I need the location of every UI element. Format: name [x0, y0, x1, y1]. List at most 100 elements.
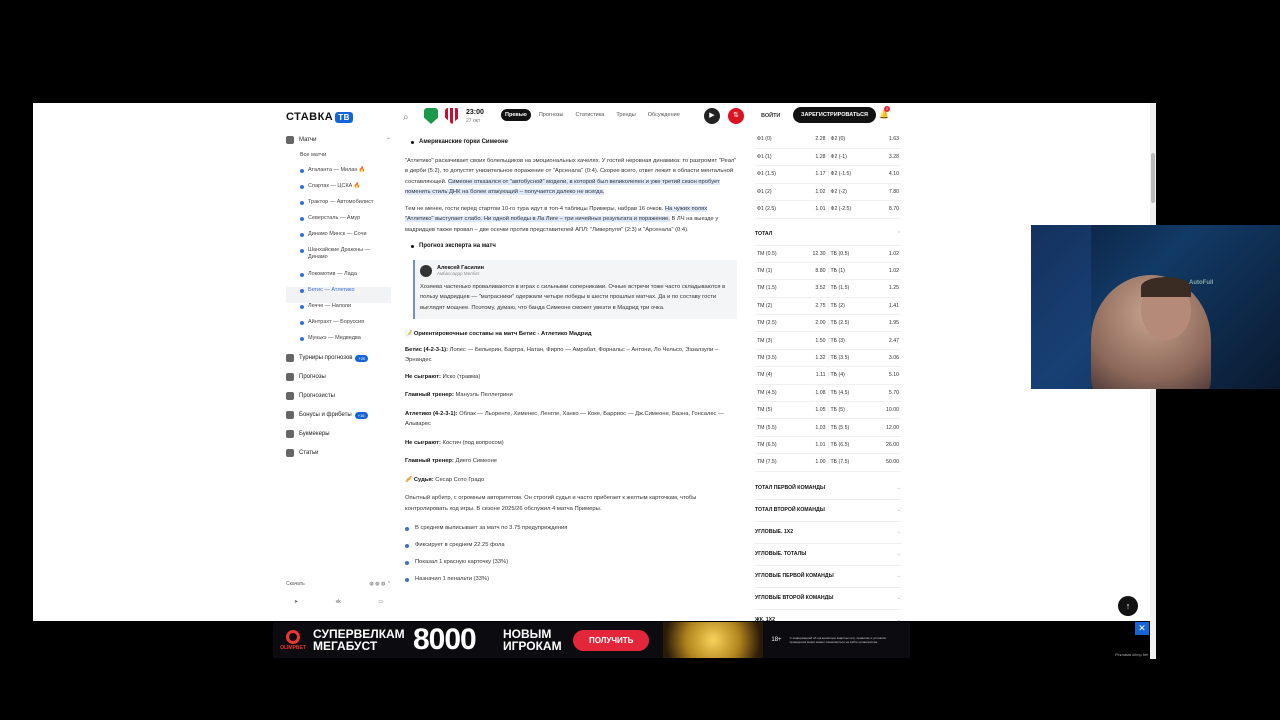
odds-row: ТМ (4) 1.11 ТБ (4) 5.10 [755, 367, 902, 385]
odds-cell[interactable]: ТМ (1.5) 3.52 [755, 285, 829, 292]
match-dot-icon [300, 321, 304, 325]
tab-predictions[interactable]: Прогнозы [535, 109, 568, 121]
sidebar-match-item[interactable]: Локомотив — Лада [286, 271, 391, 287]
odds-cell[interactable]: ТБ (2) 1.41 [829, 303, 902, 309]
odds-cell[interactable]: ТМ (3) 1.50 [755, 337, 829, 344]
text: ИГРОКАМ [503, 639, 562, 653]
text: Тем не менее, гости перед стартом 10-го … [405, 205, 665, 212]
odds-row: Ф1 (0) 2.28 Ф2 (0) 1.63 [755, 131, 901, 149]
odds-section[interactable]: УГЛОВЫЕ ПЕРВОЙ КОМАНДЫ ⌄ [755, 566, 901, 588]
promo-icon[interactable]: ⇅ [728, 108, 744, 124]
app-store-icons[interactable]: ◍ ◍ ◍ ⌃ [370, 581, 391, 587]
odds-cell[interactable]: Ф1 (1) 1.28 [755, 153, 829, 160]
odds-cell[interactable]: ТБ (3) 2.47 [829, 338, 902, 344]
tab-preview[interactable]: Превью [501, 109, 531, 121]
label: Атлетико (4-2-3-1): [405, 410, 458, 417]
sidebar-match-label: Мунькэ — Медведва [308, 335, 361, 341]
tab-discussion[interactable]: Обсуждение [644, 109, 684, 121]
odds-cell[interactable]: ТБ (5.5) 12.00 [829, 425, 902, 431]
odds-cell[interactable]: ТМ (5) 1.05 [755, 407, 829, 414]
odds-cell[interactable]: ТБ (1.5) 1.25 [829, 285, 902, 291]
sidebar-section-item[interactable]: Бонусы и фрибеты +16 [286, 410, 391, 420]
sidebar-all-matches[interactable]: Все матчи [286, 151, 391, 167]
odds-cell[interactable]: ТБ (4.5) 5.70 [829, 390, 902, 396]
sidebar-section-item[interactable]: Прогнозы [286, 372, 391, 382]
odds-section[interactable]: УГЛОВЫЕ. ТОТАЛЫ ⌄ [755, 544, 901, 566]
sidebar-match-item[interactable]: Спартак — ЦСКА 🔥 [286, 183, 391, 199]
odds-value: 5.10 [888, 372, 899, 379]
odds-cell[interactable]: ТМ (3.5) 1.32 [755, 355, 829, 362]
odds-row: ТМ (3) 1.50 ТБ (3) 2.47 [755, 332, 902, 350]
tab-statistics[interactable]: Статистика [571, 109, 608, 121]
odds-cell[interactable]: ТМ (0.5) 12.30 [755, 250, 829, 257]
site-logo[interactable]: СТАВКА ТВ [286, 111, 353, 123]
odds-cell[interactable]: Ф1 (2) 1.02 [755, 188, 829, 195]
odds-cell[interactable]: ТМ (1) 8.80 [755, 268, 829, 275]
odds-cell[interactable]: Ф2 (-1) 3.28 [829, 154, 902, 160]
odds-cell[interactable]: ТМ (4.5) 1.08 [755, 389, 829, 396]
odds-outcome: ТБ (4) [830, 372, 845, 379]
sidebar-matches-header[interactable]: Матчи ⌃ [286, 135, 391, 145]
odds-cell[interactable]: ТБ (7.5) 50.00 [829, 459, 902, 465]
odds-cell[interactable]: ТБ (3.5) 3.06 [829, 355, 902, 361]
odds-cell[interactable]: Ф2 (0) 1.63 [829, 136, 902, 142]
banner-cta-button[interactable]: ПОЛУЧИТЬ [573, 629, 650, 651]
odds-cell[interactable]: ТБ (2.5) 1.95 [829, 320, 902, 326]
odds-cell[interactable]: ТБ (0.5) 1.02 [829, 251, 902, 257]
sidebar-match-item[interactable]: Северсталь — Амур [286, 215, 391, 231]
play-icon[interactable]: ▶ [704, 108, 720, 124]
odds-outcome: Ф1 (1) [757, 153, 772, 160]
sidebar-match-item[interactable]: Аталанта — Милан 🔥 [286, 167, 391, 183]
odds-cell[interactable]: ТБ (5) 10.00 [829, 407, 902, 413]
odds-row: Ф1 (2.5) 1.01 Ф2 (-2.5) 8.70 [755, 201, 901, 219]
odds-section[interactable]: УГЛОВЫЕ ВТОРОЙ КОМАНДЫ ⌄ [755, 588, 901, 610]
avatar[interactable] [420, 264, 432, 277]
sidebar-section-item[interactable]: Турниры прогнозов +20 [286, 353, 391, 363]
sidebar-section-item[interactable]: Статьи [286, 448, 391, 458]
bell-icon[interactable]: 🔔 1 [879, 106, 890, 119]
odds-cell[interactable]: ТБ (4) 5.10 [829, 372, 902, 378]
odds-cell[interactable]: ТБ (6.5) 26.00 [829, 442, 902, 448]
sidebar-match-item[interactable]: Лечче — Наполи [286, 303, 391, 319]
sidebar-match-item[interactable]: Динамо Минск — Сочи [286, 231, 391, 247]
sidebar-match-item[interactable]: Трактор — Автомобилист [286, 199, 391, 215]
sidebar-match-item[interactable]: Айнтрахт — Боруссия [286, 319, 391, 335]
odds-cell[interactable]: ТМ (4) 1.11 [755, 372, 829, 379]
odds-cell[interactable]: Ф1 (2.5) 1.01 [755, 206, 829, 213]
telegram-icon[interactable]: ➤ [294, 599, 298, 605]
odds-cell[interactable]: ТБ (1) 1.02 [829, 268, 902, 274]
search-icon[interactable]: ⌕ [403, 112, 409, 123]
youtube-icon[interactable]: ▭ [378, 599, 383, 605]
sidebar-section-label: Прогнозы [299, 374, 326, 380]
odds-cell[interactable]: ТМ (2) 2.75 [755, 302, 829, 309]
odds-cell[interactable]: ТМ (6.5) 1.01 [755, 441, 829, 448]
odds-section-total[interactable]: ТОТАЛ ⌃ [755, 224, 901, 246]
odds-cell[interactable]: Ф2 (-2) 7.80 [829, 189, 902, 195]
odds-section[interactable]: ЖК. 1Х2 ⌄ [755, 610, 901, 621]
odds-section[interactable]: ТОТАЛ ВТОРОЙ КОМАНДЫ ⌄ [755, 500, 901, 522]
sidebar-match-item[interactable]: Шанхайские Драконы — Динамо [286, 247, 391, 271]
odds-cell[interactable]: Ф2 (-2.5) 8.70 [829, 206, 902, 212]
login-button[interactable]: ВОЙТИ [761, 113, 780, 119]
odds-cell[interactable]: Ф1 (1.5) 1.17 [755, 171, 829, 178]
sidebar-match-item[interactable]: Бетис — Атлетико [286, 287, 391, 303]
odds-outcome: ТБ (1.5) [830, 285, 850, 292]
odds-cell[interactable]: Ф2 (-1.5) 4.10 [829, 171, 902, 177]
scroll-top-button[interactable]: ↑ [1118, 596, 1138, 616]
odds-cell[interactable]: ТМ (5.5) 1.03 [755, 424, 829, 431]
odds-cell[interactable]: ТМ (7.5) 1.00 [755, 459, 829, 466]
register-button[interactable]: ЗАРЕГИСТРИРОВАТЬСЯ [793, 107, 877, 123]
close-icon[interactable]: ✕ [1135, 622, 1149, 635]
expert-name[interactable]: Алексей Гасилин [437, 265, 484, 271]
odds-section[interactable]: УГЛОВЫЕ. 1Х2 ⌄ [755, 522, 901, 544]
odds-outcome: ТМ (6.5) [757, 441, 777, 448]
tab-trends[interactable]: Тренды [612, 109, 639, 121]
vk-icon[interactable]: vk [336, 599, 341, 605]
sidebar-section-item[interactable]: Букмекеры [286, 429, 391, 439]
odds-section[interactable]: ТОТАЛ ПЕРВОЙ КОМАНДЫ ⌄ [755, 478, 901, 500]
sidebar-match-item[interactable]: Мунькэ — Медведва [286, 335, 391, 351]
ad-banner[interactable]: OLIMPBET СУПЕРВЕЛКАМ МЕГАБУСТ 8000 НОВЫМ… [273, 622, 910, 658]
odds-cell[interactable]: Ф1 (0) 2.28 [755, 136, 829, 143]
odds-cell[interactable]: ТМ (2.5) 2.00 [755, 320, 829, 327]
sidebar-section-item[interactable]: Прогнозисты [286, 391, 391, 401]
